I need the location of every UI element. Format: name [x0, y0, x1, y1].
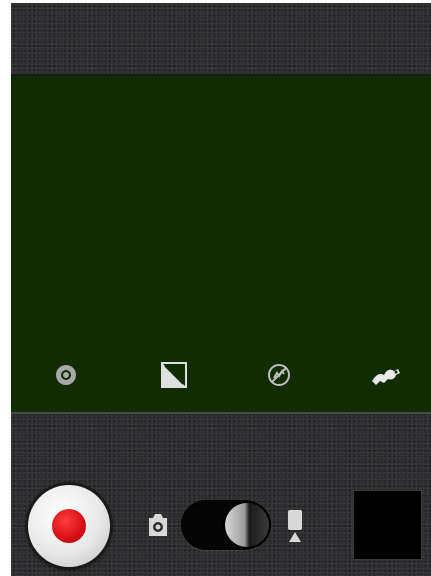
- last-capture-thumbnail[interactable]: [353, 490, 422, 560]
- settings-icon[interactable]: [51, 360, 81, 390]
- record-dot: [52, 509, 86, 543]
- exposure-icon[interactable]: [159, 360, 189, 390]
- record-button[interactable]: [28, 485, 110, 567]
- mode-switch-knob[interactable]: [225, 503, 269, 547]
- camera-video-mode-switch[interactable]: [181, 500, 269, 550]
- video-camera-icon[interactable]: [285, 508, 305, 544]
- effects-icon[interactable]: [368, 360, 404, 390]
- flash-off-icon[interactable]: [264, 360, 294, 390]
- camera-icon[interactable]: [147, 512, 169, 538]
